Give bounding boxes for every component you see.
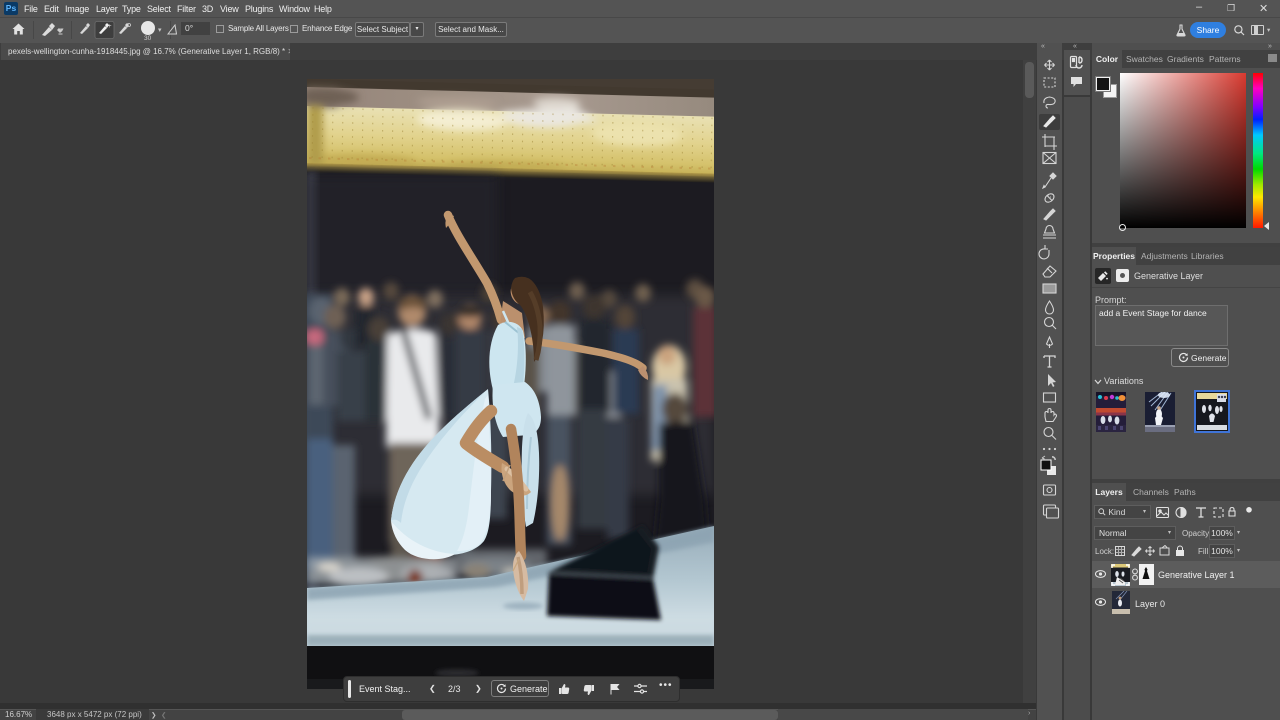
svg-text:+: + [108, 24, 112, 30]
